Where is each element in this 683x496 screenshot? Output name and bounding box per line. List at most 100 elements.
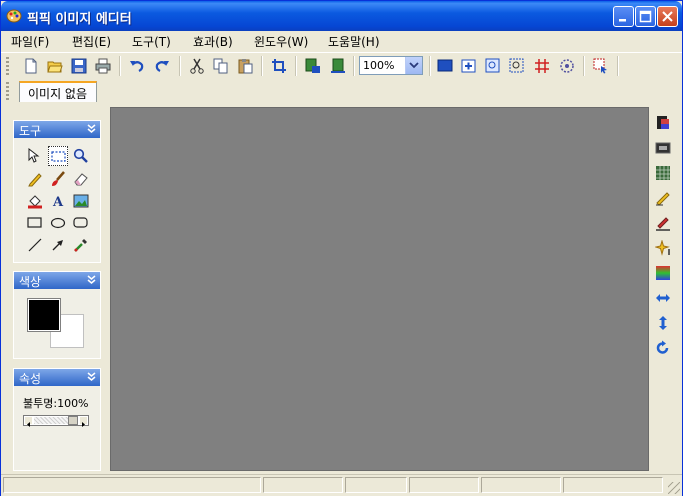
menu-help[interactable]: 도움말(H): [328, 33, 380, 50]
sparkle-button[interactable]: [653, 238, 673, 258]
pencil-brush-button[interactable]: [653, 188, 673, 208]
toolbar-grip[interactable]: [6, 57, 9, 75]
color-adjust-button[interactable]: [653, 113, 673, 133]
image-frame-button[interactable]: [653, 138, 673, 158]
zoom-circle-button[interactable]: [557, 56, 577, 76]
opacity-slider[interactable]: [23, 415, 89, 427]
cut-button[interactable]: [187, 56, 207, 76]
print-icon: [95, 58, 111, 74]
line-tool[interactable]: [25, 235, 45, 255]
undo-button[interactable]: [127, 56, 147, 76]
zoom-in-button[interactable]: [459, 56, 479, 76]
rectangle-tool[interactable]: [25, 213, 45, 233]
gradient-button[interactable]: [653, 263, 673, 283]
toolbar-separator: [583, 56, 585, 76]
new-file-button[interactable]: [21, 56, 41, 76]
crop-icon: [272, 59, 286, 73]
zoom-value: 100%: [363, 59, 395, 72]
fill-tool[interactable]: [25, 191, 45, 211]
zoom-in-icon: [461, 59, 476, 73]
menu-file[interactable]: 파일(F): [11, 33, 49, 50]
print-button[interactable]: [93, 56, 113, 76]
zoom-tool[interactable]: [71, 146, 91, 166]
text-tool[interactable]: A: [48, 191, 68, 211]
flip-vertical-button[interactable]: [653, 313, 673, 333]
highlight-pen-button[interactable]: [653, 213, 673, 233]
status-cell: [481, 477, 561, 493]
crop-button[interactable]: [269, 56, 289, 76]
color-panel-header[interactable]: 색상: [14, 272, 100, 289]
rotate-icon: [656, 340, 669, 354]
zoom-select[interactable]: 100%: [359, 56, 423, 75]
zoom-select-button[interactable]: [507, 56, 527, 76]
tab-no-image[interactable]: 이미지 없음: [19, 81, 97, 102]
close-icon: [662, 11, 673, 22]
main-toolbar: 100%: [1, 52, 682, 80]
eraser-icon: [74, 173, 88, 186]
image-insert-tool[interactable]: [71, 191, 91, 211]
title-bar[interactable]: 픽픽 이미지 에디터: [1, 1, 682, 31]
arrow-tool[interactable]: [48, 235, 68, 255]
maximize-button[interactable]: [635, 6, 656, 27]
zoom-fit-button[interactable]: [483, 56, 503, 76]
fullscreen-button[interactable]: [435, 56, 455, 76]
canvas-size-icon: [331, 58, 345, 73]
color-picker-tool[interactable]: [71, 235, 91, 255]
brush-tool[interactable]: [48, 169, 68, 189]
resize-grip[interactable]: [668, 482, 680, 494]
select-arrow-tool[interactable]: [25, 146, 45, 166]
redo-button[interactable]: [152, 56, 172, 76]
app-window: 픽픽 이미지 에디터 파일(F) 편집(E) 도구(T) 효과(B) 윈도우(W…: [0, 0, 683, 496]
image-canvas[interactable]: [110, 107, 649, 471]
menu-edit[interactable]: 편집(E): [72, 33, 111, 50]
flip-horizontal-button[interactable]: [653, 288, 673, 308]
capture-button[interactable]: [591, 56, 611, 76]
pencil-tool[interactable]: [25, 169, 45, 189]
rect-select-tool[interactable]: [48, 146, 68, 166]
sparkle-icon: [655, 240, 670, 256]
undo-icon: [130, 61, 144, 72]
properties-panel-header[interactable]: 속성: [14, 369, 100, 386]
foreground-color-swatch[interactable]: [27, 298, 61, 332]
tabstrip-grip[interactable]: [6, 82, 9, 100]
collapse-icon[interactable]: [87, 124, 96, 133]
eraser-tool[interactable]: [71, 169, 91, 189]
toolbar-separator: [261, 56, 263, 76]
grid-button[interactable]: [532, 56, 552, 76]
save-button[interactable]: [69, 56, 89, 76]
zoom-fit-icon: [485, 58, 500, 73]
tools-panel-title: 도구: [19, 124, 42, 138]
properties-panel-title: 속성: [19, 372, 42, 386]
minimize-button[interactable]: [613, 6, 634, 27]
ellipse-tool[interactable]: [48, 213, 68, 233]
close-button[interactable]: [657, 6, 678, 27]
slider-left-arrow[interactable]: [24, 416, 33, 427]
open-button[interactable]: [45, 56, 65, 76]
color-adjust-icon: [657, 116, 669, 129]
slider-right-arrow[interactable]: [79, 416, 88, 427]
copy-button[interactable]: [211, 56, 231, 76]
menu-effects[interactable]: 효과(B): [193, 33, 233, 50]
color-panel-title: 색상: [19, 275, 42, 289]
menu-tools[interactable]: 도구(T): [132, 33, 171, 50]
paste-button[interactable]: [235, 56, 255, 76]
tools-panel: 도구 A: [13, 120, 101, 263]
rounded-rect-tool[interactable]: [71, 213, 91, 233]
toolbar-separator: [429, 56, 431, 76]
slider-thumb[interactable]: [68, 416, 78, 425]
line-icon: [28, 238, 42, 252]
status-cell: [345, 477, 407, 493]
color-panel: 색상: [13, 271, 101, 359]
cut-icon: [190, 58, 204, 74]
canvas-size-button[interactable]: [328, 56, 348, 76]
mosaic-button[interactable]: [653, 163, 673, 183]
collapse-icon[interactable]: [87, 275, 96, 284]
new-file-icon: [25, 58, 37, 74]
highlight-pen-icon: [656, 217, 670, 231]
tools-panel-header[interactable]: 도구: [14, 121, 100, 138]
rotate-button[interactable]: [653, 338, 673, 358]
zoom-dropdown-button[interactable]: [405, 57, 422, 74]
menu-window[interactable]: 윈도우(W): [254, 33, 308, 50]
image-size-button[interactable]: [303, 56, 323, 76]
collapse-icon[interactable]: [87, 372, 96, 381]
